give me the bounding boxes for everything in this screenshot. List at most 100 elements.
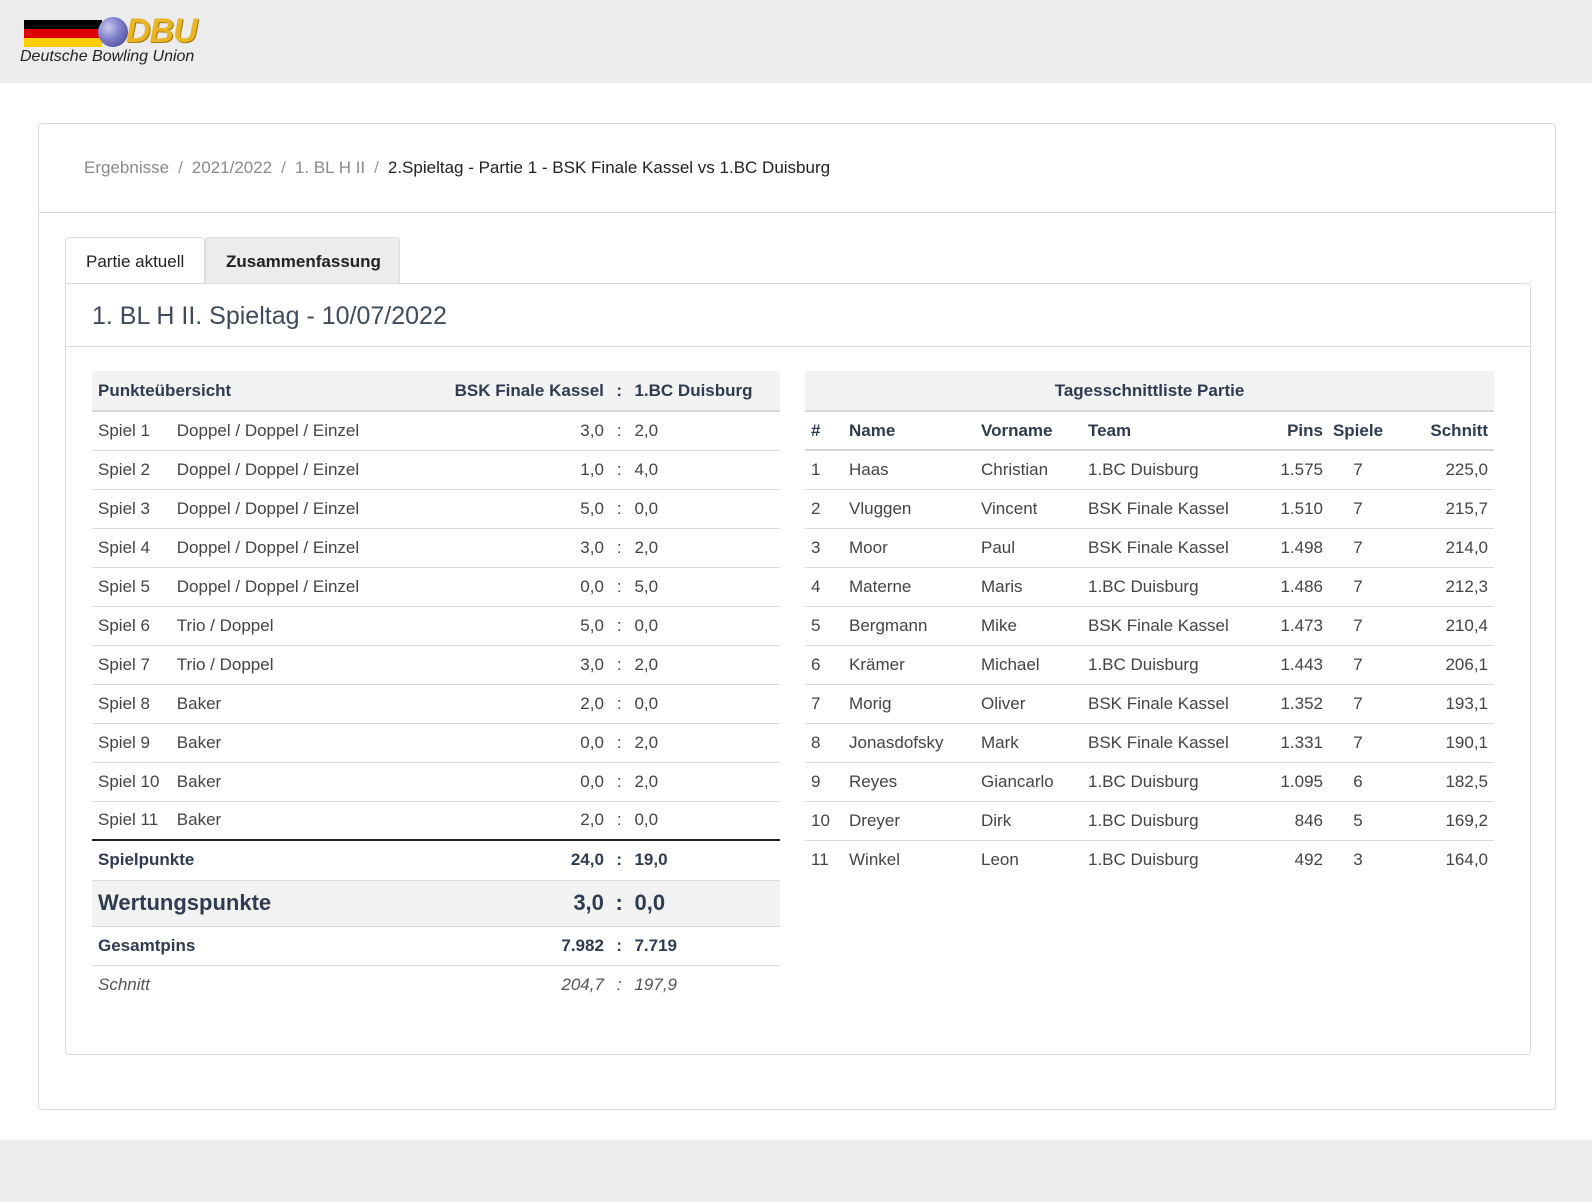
player-rank: 2 xyxy=(805,489,849,529)
player-first-name: Leon xyxy=(981,849,1019,869)
player-games: 6 xyxy=(1323,762,1393,802)
breadcrumb-season[interactable]: 2021/2022 xyxy=(192,158,272,177)
player-team: 1.BC Duisburg xyxy=(1088,645,1273,685)
score-team-b: 2,0 xyxy=(628,528,780,568)
table-row: 10 Dreyer Dirk 1.BC Duisburg 846 5 169,2 xyxy=(805,801,1494,841)
ranking-header-row: # Name Vorname Team Pins Spiele Schnitt xyxy=(805,411,1494,451)
team-a-header: BSK Finale Kassel xyxy=(454,371,610,412)
schnitt-row: Schnitt 204,7:197,9 xyxy=(92,965,780,1004)
logo-mark: DBU xyxy=(126,12,198,50)
game-label: Spiel 3 xyxy=(92,489,177,529)
player-team: 1.BC Duisburg xyxy=(1088,801,1273,841)
score-separator: : xyxy=(609,489,629,529)
col-rank[interactable]: # xyxy=(805,411,849,451)
tab-zusammenfassung[interactable]: Zusammenfassung xyxy=(205,237,400,283)
col-vorname[interactable]: Vorname xyxy=(981,411,1088,451)
player-last-name: Dreyer xyxy=(849,801,981,841)
player-games: 7 xyxy=(1323,450,1393,490)
player-first-name: Mark xyxy=(981,723,1088,763)
flag-stripe-gold xyxy=(24,38,102,47)
player-first-name: Dirk xyxy=(981,801,1088,841)
schnitt-team-b: 197,9 xyxy=(634,974,678,994)
player-rank: 11 xyxy=(811,849,829,869)
player-pins: 1.510 xyxy=(1273,489,1323,529)
game-type: Baker xyxy=(176,723,455,763)
table-row: Spiel 3 Doppel / Doppel / Einzel 5,0:0,0 xyxy=(92,489,780,529)
table-row: 11 Winkel Leon 1.BC Duisburg 492 3 164,0 xyxy=(805,840,1494,879)
player-pins: 1.352 xyxy=(1273,684,1323,724)
player-first-name: Giancarlo xyxy=(981,762,1088,802)
spielpunkte-team-b: 19,0 xyxy=(628,839,780,881)
player-team: BSK Finale Kassel xyxy=(1088,606,1273,646)
player-games: 7 xyxy=(1323,489,1393,529)
game-label: Spiel 5 xyxy=(92,567,177,607)
player-last-name: Winkel xyxy=(849,849,901,869)
dbu-logo[interactable]: DBU Deutsche Bowling Union xyxy=(20,12,220,68)
player-rank: 8 xyxy=(805,723,849,763)
player-pins: 846 xyxy=(1273,801,1323,841)
col-name[interactable]: Name xyxy=(849,411,981,451)
score-separator: : xyxy=(609,450,629,490)
breadcrumb-league[interactable]: 1. BL H II xyxy=(295,158,365,177)
player-games: 7 xyxy=(1323,567,1393,607)
table-row: 5 Bergmann Mike BSK Finale Kassel 1.473 7 210,… xyxy=(805,606,1494,646)
col-team[interactable]: Team xyxy=(1088,411,1273,451)
score-team-a: 0,0 xyxy=(454,567,610,607)
game-type: Doppel / Doppel / Einzel xyxy=(176,489,455,529)
player-rank: 5 xyxy=(805,606,849,646)
breadcrumb-separator: / xyxy=(178,158,183,177)
table-row: Spiel 9 Baker 0,0:2,0 xyxy=(92,723,780,763)
score-team-b: 0,0 xyxy=(628,684,780,724)
score-separator: : xyxy=(609,723,629,763)
breadcrumb-ergebnisse[interactable]: Ergebnisse xyxy=(84,158,169,177)
player-average: 182,5 xyxy=(1393,762,1494,802)
score-separator: : xyxy=(609,801,629,841)
ranking-table: Tagesschnittliste Partie # Name Vorname … xyxy=(805,371,1494,879)
player-games: 7 xyxy=(1323,606,1393,646)
table-row: 2 Vluggen Vincent BSK Finale Kassel 1.510 7 21… xyxy=(805,489,1494,529)
player-average: 169,2 xyxy=(1393,801,1494,841)
player-pins: 1.473 xyxy=(1273,606,1323,646)
game-type: Baker xyxy=(176,801,455,841)
game-label: Spiel 7 xyxy=(92,645,177,685)
table-row: Spiel 5 Doppel / Doppel / Einzel 0,0:5,0 xyxy=(92,567,780,607)
schnitt-label: Schnitt xyxy=(98,974,150,994)
col-spiele[interactable]: Spiele xyxy=(1323,411,1393,451)
player-average: 212,3 xyxy=(1393,567,1494,607)
points-header-label: Punkteübersicht xyxy=(92,371,455,412)
player-first-name: Oliver xyxy=(981,684,1088,724)
player-rank: 9 xyxy=(805,762,849,802)
player-games: 7 xyxy=(1323,684,1393,724)
score-team-b: 0,0 xyxy=(628,801,780,841)
table-row: 4 Materne Maris 1.BC Duisburg 1.486 7 212,3 xyxy=(805,567,1494,607)
player-pins: 1.498 xyxy=(1273,528,1323,568)
score-separator: : xyxy=(616,974,622,994)
player-pins: 492 xyxy=(1294,849,1323,869)
player-first-name: Vincent xyxy=(981,489,1088,529)
player-average: 214,0 xyxy=(1393,528,1494,568)
player-team: BSK Finale Kassel xyxy=(1088,684,1273,724)
score-team-a: 5,0 xyxy=(454,489,610,529)
tab-partie-aktuell[interactable]: Partie aktuell xyxy=(65,237,205,283)
player-team: BSK Finale Kassel xyxy=(1088,528,1273,568)
game-label: Spiel 10 xyxy=(92,762,177,802)
ranking-body: 1 Haas Christian 1.BC Duisburg 1.575 7 225,0 2 V… xyxy=(805,450,1494,879)
player-average: 190,1 xyxy=(1393,723,1494,763)
team-b-header: 1.BC Duisburg xyxy=(628,371,780,412)
summary-panel: 1. BL H II. Spieltag - 10/07/2022 Punkte… xyxy=(65,283,1531,1055)
col-schnitt[interactable]: Schnitt xyxy=(1393,411,1494,451)
table-row: 3 Moor Paul BSK Finale Kassel 1.498 7 214,0 xyxy=(805,528,1494,568)
table-row: 9 Reyes Giancarlo 1.BC Duisburg 1.095 6 182,5 xyxy=(805,762,1494,802)
player-average: 164,0 xyxy=(1445,849,1488,869)
player-last-name: Bergmann xyxy=(849,606,981,646)
player-last-name: Haas xyxy=(849,450,981,490)
gesamtpins-label: Gesamtpins xyxy=(92,926,455,966)
col-pins[interactable]: Pins xyxy=(1273,411,1323,451)
player-pins: 1.443 xyxy=(1273,645,1323,685)
score-team-a: 2,0 xyxy=(454,801,610,841)
table-row: Spiel 2 Doppel / Doppel / Einzel 1,0:4,0 xyxy=(92,450,780,490)
wertungspunkte-team-a: 3,0 xyxy=(454,880,610,927)
score-separator: : xyxy=(609,684,629,724)
score-team-a: 3,0 xyxy=(454,411,610,451)
breadcrumb: Ergebnisse / 2021/2022 / 1. BL H II / 2.Spielt… xyxy=(84,158,830,178)
